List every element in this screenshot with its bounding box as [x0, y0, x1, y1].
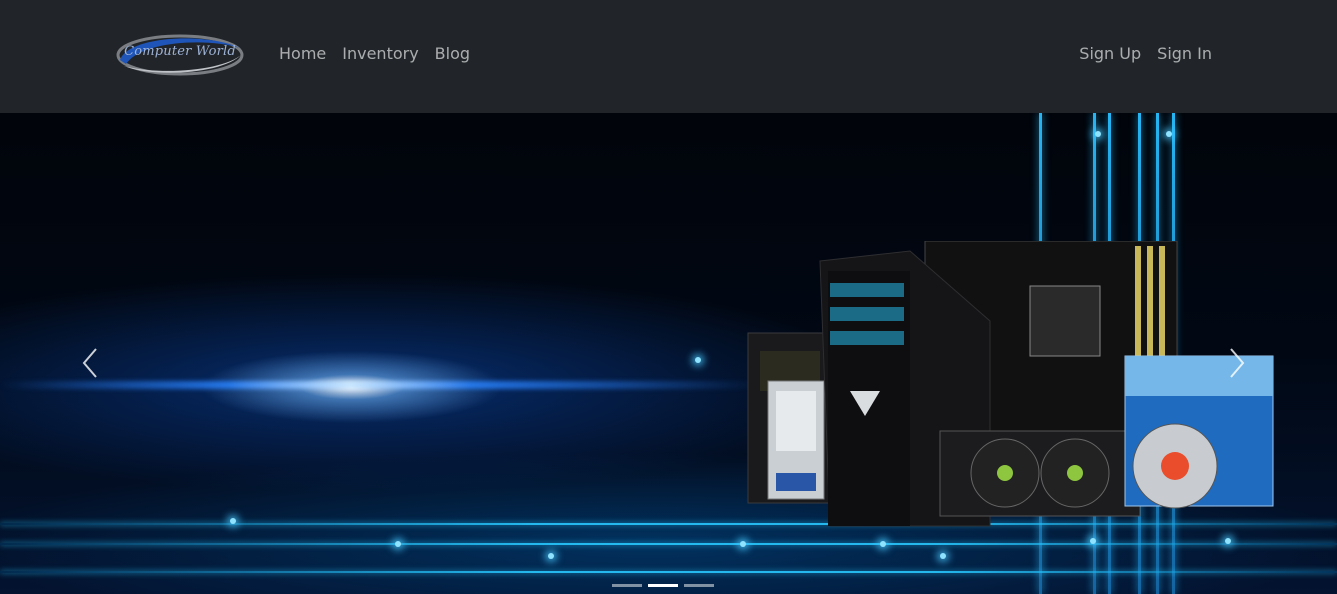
sign-up-link[interactable]: Sign Up [1071, 42, 1149, 66]
hero-carousel [0, 113, 1337, 594]
light-spark [1095, 131, 1101, 137]
chevron-left-icon [82, 348, 97, 378]
primary-nav: Home Inventory Blog [271, 42, 478, 66]
nav-inventory-link[interactable]: Inventory [334, 42, 426, 66]
computer-hardware-image [747, 241, 1274, 527]
light-spark [1225, 538, 1231, 544]
light-line [0, 571, 1337, 573]
light-spark [1166, 131, 1172, 137]
carousel-indicators [612, 584, 714, 587]
nav-blog-link[interactable]: Blog [427, 42, 478, 66]
light-spark [695, 357, 701, 363]
light-spark [230, 518, 236, 524]
light-line [0, 543, 1337, 545]
navbar: Computer World Home Inventory Blog Sign … [0, 0, 1337, 113]
brand-name: Computer World [124, 44, 236, 59]
carousel-indicator-2[interactable] [648, 584, 678, 587]
sign-in-link[interactable]: Sign In [1149, 42, 1220, 66]
chevron-right-icon [1230, 348, 1245, 378]
light-spark [880, 541, 886, 547]
auth-nav: Sign Up Sign In [1071, 42, 1220, 66]
carousel-next-button[interactable] [1207, 333, 1267, 393]
light-spark [395, 541, 401, 547]
light-spark [548, 553, 554, 559]
carousel-indicator-1[interactable] [612, 584, 642, 587]
carousel-prev-button[interactable] [60, 333, 120, 393]
brand-logo[interactable]: Computer World [114, 30, 246, 80]
light-spark [940, 553, 946, 559]
nav-home-link[interactable]: Home [271, 42, 334, 66]
light-spark [1090, 538, 1096, 544]
light-spark [740, 541, 746, 547]
carousel-indicator-3[interactable] [684, 584, 714, 587]
